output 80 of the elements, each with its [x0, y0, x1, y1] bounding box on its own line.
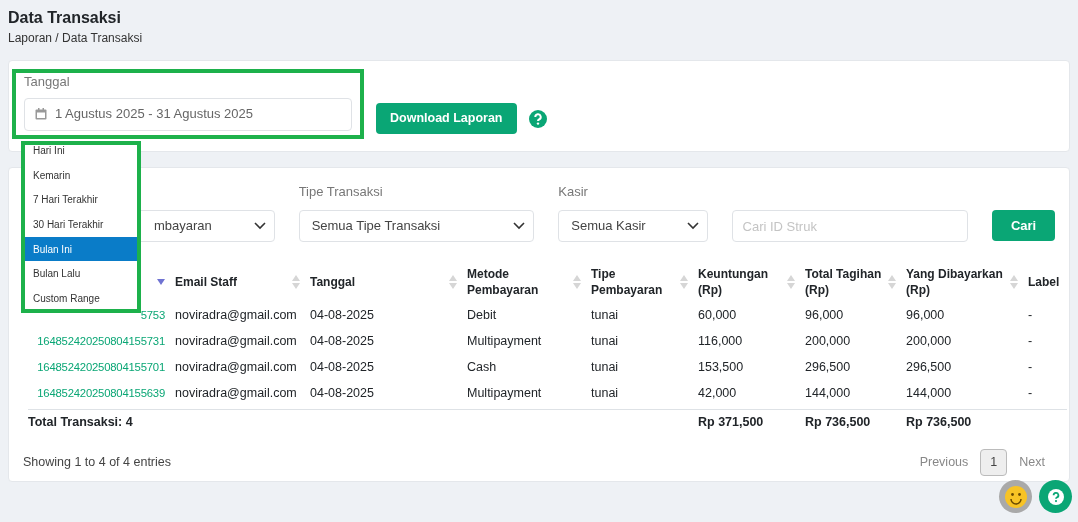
total-cell-text: Rp 736,500 — [805, 414, 872, 432]
table-cell: Multipayment — [467, 385, 542, 400]
breadcrumb: Laporan / Data Transaksi — [8, 30, 144, 47]
sort-icon[interactable] — [787, 275, 795, 289]
sort-icon[interactable] — [573, 275, 581, 289]
table-cell: 04-08-2025 — [310, 307, 374, 322]
date-range-option[interactable]: 7 Hari Terakhir — [25, 187, 137, 213]
chevron-down-icon — [253, 222, 266, 230]
table-cell: tunai — [591, 385, 619, 400]
chevron-down-icon — [513, 222, 526, 230]
table-cell: tunai — [591, 359, 619, 374]
sort-icon[interactable] — [680, 275, 688, 289]
page-button[interactable]: 1 — [980, 449, 1008, 476]
filter-label: Tipe Transaksi — [298, 182, 384, 201]
date-range-option[interactable]: Hari Ini — [25, 138, 137, 163]
table-cell: 144,000 — [805, 385, 851, 400]
table-cell: - — [1028, 385, 1033, 400]
table-cell: 42,000 — [698, 385, 737, 400]
total-cell-text: Rp 371,500 — [698, 414, 765, 432]
sort-descending-icon[interactable] — [157, 279, 165, 285]
column-header: Tanggal — [310, 274, 357, 290]
table-cell: noviradra@gmail.com — [175, 307, 297, 322]
next-link[interactable]: Next — [1019, 453, 1045, 472]
column-header: Tipe Pembayaran — [591, 266, 664, 298]
table-cell: Cash — [467, 359, 497, 374]
table-cell: 04-08-2025 — [310, 333, 374, 348]
feedback-button[interactable] — [999, 480, 1032, 513]
table-cell: - — [1028, 359, 1033, 374]
table-cell: Multipayment — [467, 333, 542, 348]
table-cell: 144,000 — [906, 385, 952, 400]
filter-label: Kasir — [558, 182, 589, 201]
date-range-option[interactable]: Bulan Lalu — [25, 261, 137, 287]
table-cell: tunai — [591, 307, 619, 322]
table-cell: 200,000 — [906, 333, 952, 348]
chevron-down-icon — [686, 222, 699, 230]
table-cell: 116,000 — [698, 333, 743, 348]
column-header: Metode Pembayaran — [467, 266, 540, 298]
column-header: Yang Dibayarkan (Rp) — [906, 266, 1004, 298]
table-cell: 60,000 — [698, 307, 737, 322]
table-cell: 200,000 — [805, 333, 851, 348]
help-icon — [1047, 488, 1064, 505]
table-cell: tunai — [591, 333, 619, 348]
filter-select[interactable]: Semua Kasir — [558, 210, 708, 242]
column-header: Email Staff — [175, 274, 238, 290]
table-cell: 296,500 — [805, 359, 851, 374]
date-range-option[interactable]: Kemarin — [25, 162, 137, 188]
table-cell: Debit — [467, 307, 497, 322]
help-icon[interactable] — [528, 110, 547, 128]
sort-icon[interactable] — [292, 275, 300, 289]
table-cell: noviradra@gmail.com — [175, 359, 297, 374]
table-cell: 153,500 — [698, 359, 744, 374]
table-cell: 96,000 — [805, 307, 844, 322]
total-cell-text: Rp 736,500 — [906, 414, 973, 432]
search-field[interactable]: Cari ID Struk — [731, 210, 969, 242]
column-header: Label — [1028, 274, 1061, 290]
column-header: Total Tagihan (Rp) — [805, 266, 883, 298]
table-cell: 04-08-2025 — [310, 385, 374, 400]
page-title: Data Transaksi — [8, 8, 122, 28]
sort-icon[interactable] — [888, 275, 896, 289]
sort-icon[interactable] — [1010, 275, 1018, 289]
table-cell: noviradra@gmail.com — [175, 333, 297, 348]
total-label: Total Transaksi: 4 — [28, 414, 134, 432]
smiley-icon — [1004, 485, 1027, 508]
date-range-option[interactable]: Custom Range — [25, 286, 137, 311]
filter-select[interactable]: Semua Tipe Transaksi — [298, 210, 535, 242]
table-cell: 296,500 — [906, 359, 952, 374]
date-range-field[interactable]: 1 Agustus 2025 - 31 Agustus 2025 — [24, 97, 352, 131]
table-cell: 04-08-2025 — [310, 359, 374, 374]
table-cell: - — [1028, 333, 1033, 348]
previous-link[interactable]: Previous — [919, 453, 969, 472]
date-label: Tanggal — [24, 73, 71, 91]
table-cell: 96,000 — [906, 307, 945, 322]
sort-icon[interactable] — [449, 275, 457, 289]
entries-info: Showing 1 to 4 of 4 entries — [23, 454, 171, 472]
help-button[interactable] — [1039, 480, 1072, 513]
calendar-icon — [35, 108, 47, 120]
date-range-option[interactable]: Bulan Ini — [25, 236, 137, 262]
table-cell: - — [1028, 307, 1033, 322]
table-cell: noviradra@gmail.com — [175, 385, 297, 400]
column-header: Keuntungan (Rp) — [698, 266, 769, 298]
